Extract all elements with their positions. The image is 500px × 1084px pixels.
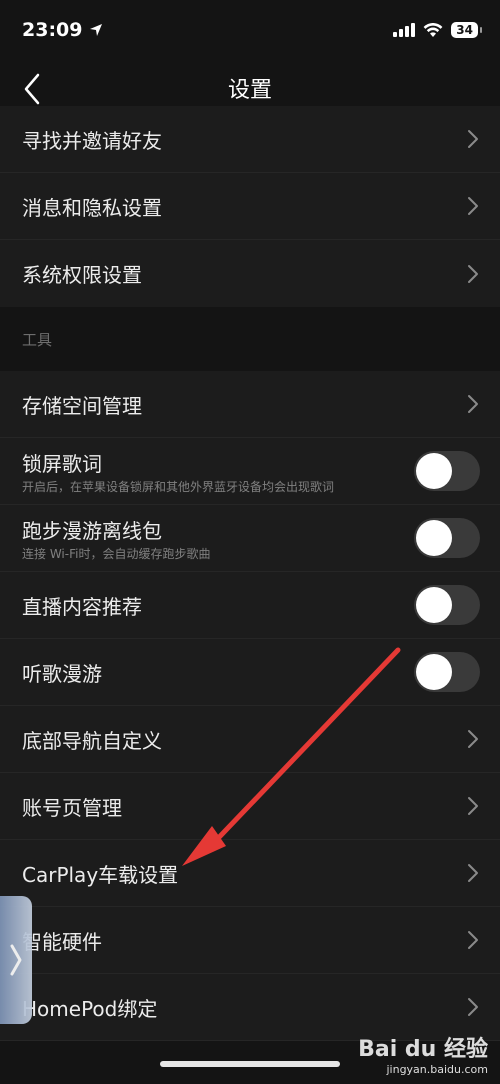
row-account-page-management[interactable]: 账号页管理 xyxy=(0,773,500,840)
row-label: 听歌漫游 xyxy=(22,661,102,686)
row-label: 锁屏歌词 xyxy=(22,451,102,476)
watermark: Bai du 经验 jingyan.baidu.com xyxy=(358,1031,488,1076)
toggle-knob xyxy=(416,453,452,489)
row-label: CarPlay车载设置 xyxy=(22,862,179,887)
cellular-signal-icon xyxy=(393,23,416,37)
toggle-knob xyxy=(416,654,452,690)
row-label: 直播内容推荐 xyxy=(22,594,142,619)
section-header-tools: 工具 xyxy=(0,307,500,371)
chevron-right-icon xyxy=(466,263,480,285)
floating-side-tab[interactable] xyxy=(0,896,32,1024)
row-label: 底部导航自定义 xyxy=(22,728,162,753)
row-label: 账号页管理 xyxy=(22,795,122,820)
listening-roaming-toggle[interactable] xyxy=(414,652,480,692)
toggle-knob xyxy=(416,520,452,556)
row-carplay-settings[interactable]: CarPlay车载设置 xyxy=(0,840,500,907)
time-text: 23:09 xyxy=(22,19,83,41)
row-text: 锁屏歌词 开启后，在苹果设备锁屏和其他外界蓝牙设备均会出现歌词 xyxy=(22,448,334,495)
status-indicators: 34 xyxy=(393,22,482,38)
chevron-right-icon xyxy=(466,728,480,750)
chevron-right-icon xyxy=(466,128,480,150)
row-label: 跑步漫游离线包 xyxy=(22,518,162,543)
wifi-icon xyxy=(423,22,443,37)
running-offline-pack-toggle[interactable] xyxy=(414,518,480,558)
row-storage-management[interactable]: 存储空间管理 xyxy=(0,371,500,438)
back-button[interactable] xyxy=(22,72,52,106)
row-label: HomePod绑定 xyxy=(22,996,158,1021)
chevron-right-icon xyxy=(466,393,480,415)
row-label: 系统权限设置 xyxy=(22,263,142,287)
lockscreen-lyrics-toggle[interactable] xyxy=(414,451,480,491)
row-label: 消息和隐私设置 xyxy=(22,195,162,220)
chevron-left-icon xyxy=(24,73,40,105)
location-arrow-icon xyxy=(90,24,103,36)
row-message-privacy[interactable]: 消息和隐私设置 xyxy=(0,173,500,240)
row-label: 存储空间管理 xyxy=(22,393,142,418)
row-running-offline-pack: 跑步漫游离线包 连接 Wi-Fi时，会自动缓存跑步歌曲 xyxy=(0,505,500,572)
row-label: 寻找并邀请好友 xyxy=(22,128,162,153)
watermark-url: jingyan.baidu.com xyxy=(386,1063,488,1076)
battery-indicator: 34 xyxy=(451,22,482,38)
row-bottom-nav-custom[interactable]: 底部导航自定义 xyxy=(0,706,500,773)
chevron-right-icon xyxy=(466,996,480,1018)
row-label: 智能硬件 xyxy=(22,929,102,954)
home-indicator xyxy=(160,1061,340,1067)
row-smart-hardware[interactable]: 智能硬件 xyxy=(0,907,500,974)
row-text: 跑步漫游离线包 连接 Wi-Fi时，会自动缓存跑步歌曲 xyxy=(22,515,210,562)
row-description: 连接 Wi-Fi时，会自动缓存跑步歌曲 xyxy=(22,546,211,561)
row-description: 开启后，在苹果设备锁屏和其他外界蓝牙设备均会出现歌词 xyxy=(22,479,335,494)
live-content-recommend-toggle[interactable] xyxy=(414,585,480,625)
row-find-invite-friends[interactable]: 寻找并邀请好友 xyxy=(0,106,500,173)
row-lockscreen-lyrics: 锁屏歌词 开启后，在苹果设备锁屏和其他外界蓝牙设备均会出现歌词 xyxy=(0,438,500,505)
row-system-permissions[interactable]: 系统权限设置 xyxy=(0,240,500,307)
watermark-logo: Bai du 经验 xyxy=(358,1037,488,1062)
status-bar: 23:09 34 xyxy=(0,0,500,60)
chevron-right-icon xyxy=(466,929,480,951)
status-time: 23:09 xyxy=(22,19,104,41)
row-live-content-recommend: 直播内容推荐 xyxy=(0,572,500,639)
chevron-right-icon xyxy=(466,862,480,884)
chevron-right-icon xyxy=(466,195,480,217)
toggle-knob xyxy=(416,587,452,623)
settings-list: 寻找并邀请好友 消息和隐私设置 系统权限设置 工具 存储空间管理 锁屏歌词 开启… xyxy=(0,106,500,1041)
page-title: 设置 xyxy=(227,78,272,103)
chevron-right-icon xyxy=(10,944,22,976)
row-listening-roaming: 听歌漫游 xyxy=(0,639,500,706)
chevron-right-icon xyxy=(466,795,480,817)
